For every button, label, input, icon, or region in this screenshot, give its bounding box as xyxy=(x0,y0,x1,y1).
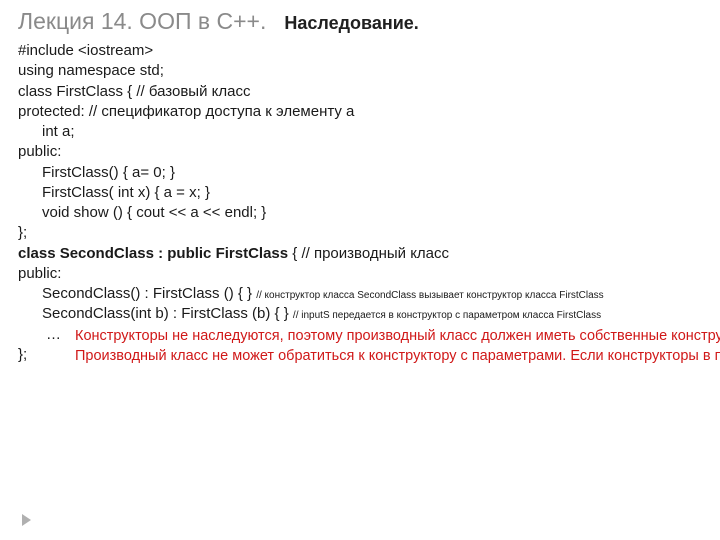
code-line: class FirstClass { // базовый класс xyxy=(18,82,702,102)
code-line: }; xyxy=(18,345,61,365)
bottom-row: … }; Конструкторы не наследуются, поэтом… xyxy=(18,325,702,369)
code-block: #include <iostream> using namespace std;… xyxy=(18,41,702,368)
code-comment-small: // inputS передается в конструктор с пар… xyxy=(293,310,601,321)
lecture-subtitle: Наследование. xyxy=(284,13,418,34)
code-line: using namespace std; xyxy=(18,61,702,81)
code-line: class SecondClass : public FirstClass { … xyxy=(18,244,702,264)
code-line: FirstClass() { a= 0; } xyxy=(18,163,702,183)
code-line: void show () { cout << a << endl; } xyxy=(18,203,702,223)
slide: Лекция 14. ООП в С++. Наследование. #inc… xyxy=(0,0,720,540)
code-line: protected: // спецификатор доступа к эле… xyxy=(18,102,702,122)
code-text: class FirstClass { xyxy=(18,83,132,100)
lecture-title: Лекция 14. ООП в С++. xyxy=(18,8,266,35)
code-line: SecondClass(int b) : FirstClass (b) { } … xyxy=(18,304,702,324)
code-line: #include <iostream> xyxy=(18,41,702,61)
code-line: int a; xyxy=(18,122,702,142)
code-comment: // спецификатор доступа к элементу а xyxy=(85,103,355,120)
code-line: }; xyxy=(18,223,702,243)
code-comment-small: // конструктор класса SecondClass вызыва… xyxy=(256,290,603,301)
code-comment: // базовый класс xyxy=(132,83,250,100)
code-line: public: xyxy=(18,142,702,162)
code-text: { // производный класс xyxy=(288,245,449,262)
code-line: … xyxy=(18,325,61,345)
code-line: FirstClass( int x) { a = x; } xyxy=(18,183,702,203)
code-text: protected: xyxy=(18,103,85,120)
code-line: public: xyxy=(18,264,702,284)
note-paragraph: Производный класс не может обратиться к … xyxy=(75,347,665,366)
code-text: SecondClass() : FirstClass () { } xyxy=(42,285,256,302)
note-block: Конструкторы не наследуются, поэтому про… xyxy=(75,325,665,369)
title-row: Лекция 14. ООП в С++. Наследование. xyxy=(18,8,702,35)
code-text: SecondClass(int b) : FirstClass (b) { } xyxy=(42,305,293,322)
code-text-bold: class SecondClass : public FirstClass xyxy=(18,245,288,262)
note-paragraph: Конструкторы не наследуются, поэтому про… xyxy=(75,327,665,346)
code-tail: … }; xyxy=(18,325,61,366)
code-line: SecondClass() : FirstClass () { } // кон… xyxy=(18,284,702,304)
arrow-right-icon xyxy=(22,514,31,526)
